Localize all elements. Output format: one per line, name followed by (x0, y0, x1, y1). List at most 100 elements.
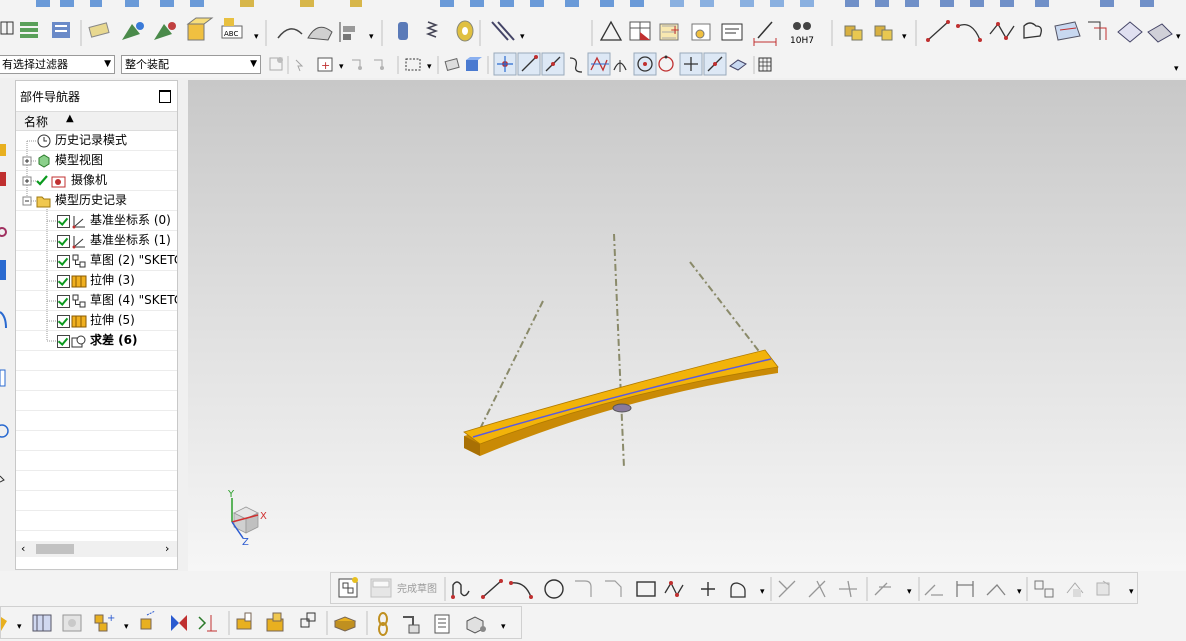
finish-sketch-flag-icon (370, 578, 392, 598)
tree-item-sketch-2[interactable]: 草图 (2) "SKETCH (16, 251, 177, 271)
show-constraints-icon (1034, 580, 1054, 598)
svg-text:▾: ▾ (1174, 64, 1179, 74)
visibility-checkbox[interactable] (57, 255, 70, 268)
visibility-checkbox[interactable] (57, 315, 70, 328)
reuse-library-icon[interactable] (0, 311, 7, 329)
bottom-toolbars: 完成草图 ▾ ▾ ▾ ▾ ▾ + ▾ ▾ (0, 571, 1186, 641)
tree-item-label: 历史记录模式 (55, 133, 128, 147)
tree-item-subtract-6[interactable]: 求差 (6) (16, 331, 177, 351)
navigator-tree: 历史记录模式 模型视图 摄像机 模型历史记录 基准坐标系 (0) 基准坐标系 (… (16, 131, 177, 541)
chevron-down-icon: ▼ (104, 59, 111, 69)
toolbar-row-1-icons[interactable] (0, 0, 1186, 12)
visibility-checkbox[interactable] (57, 235, 70, 248)
curve-tool-icon (277, 28, 303, 39)
empty-row (16, 531, 177, 541)
svg-text:▾: ▾ (907, 587, 912, 597)
pipe-tool-icon (491, 21, 515, 41)
tube-icon (403, 616, 420, 634)
maximize-icon[interactable] (159, 90, 171, 103)
tree-item-label: 草图 (4) "SKETCH (90, 293, 177, 307)
alternate-solution-icon (1096, 580, 1110, 596)
horizontal-scrollbar[interactable]: ‹ › (16, 541, 177, 557)
finish-sketch-label: 完成草图 (397, 582, 437, 595)
studio-spline-icon (989, 22, 1015, 40)
roles-icon[interactable] (0, 475, 5, 483)
scroll-right-icon[interactable]: › (165, 542, 169, 555)
assembly-nav-icon[interactable] (0, 144, 6, 186)
layer-settings-icon (52, 22, 70, 38)
beam-part[interactable] (463, 349, 779, 456)
point-icon (701, 582, 715, 596)
empty-row (16, 391, 177, 411)
line-icon (481, 579, 503, 599)
arc-tool-icon (956, 23, 982, 42)
tree-item-extrude-3[interactable]: 拉伸 (3) (16, 271, 177, 291)
sort-ascending-icon[interactable]: ▲ (66, 113, 74, 124)
auto-constrain-icon (924, 584, 943, 596)
pocket-icon (300, 612, 316, 628)
tree-item-model-history[interactable]: 模型历史记录 (16, 191, 177, 211)
hole-feature-icon (236, 612, 252, 630)
arc-icon (509, 581, 533, 599)
align-tool-icon (339, 22, 355, 42)
snap-quadrant-icon (658, 55, 674, 72)
toolbar-row-1 (0, 0, 1186, 12)
selection-filter-combo[interactable]: 有选择过滤器 ▼ (0, 55, 115, 74)
tree-item-history-mode[interactable]: 历史记录模式 (16, 131, 177, 151)
svg-text:▾: ▾ (902, 32, 907, 42)
svg-text:▾: ▾ (501, 622, 506, 632)
datum-csys-icon (72, 216, 85, 229)
extrude-icon (71, 275, 87, 288)
empty-row (16, 371, 177, 391)
tree-item-sketch-4[interactable]: 草图 (4) "SKETCH (16, 291, 177, 311)
tree-item-datum-csys-1[interactable]: 基准坐标系 (1) (16, 231, 177, 251)
chain-link-icon (378, 612, 388, 636)
boss-icon (266, 612, 284, 632)
grid-plus-icon: + (659, 23, 680, 41)
feature-toolbar-icons[interactable]: ▾ + ▾ ▾ (1, 607, 523, 640)
note-icon (721, 23, 743, 41)
history-palette-icon[interactable] (0, 424, 9, 438)
washer-icon (456, 20, 474, 42)
snap-tangent-icon (613, 60, 627, 72)
mirror-feature-icon (171, 615, 187, 631)
svg-text:▾: ▾ (520, 32, 525, 42)
line-tool-icon (926, 20, 950, 42)
tree-item-cameras[interactable]: 摄像机 (16, 171, 177, 191)
graphics-window[interactable]: Y X Z (188, 80, 1186, 571)
subtract-icon (71, 335, 86, 348)
scrollbar-thumb[interactable] (36, 544, 74, 554)
constraint-nav-icon[interactable] (0, 227, 7, 237)
web-browser-icon[interactable] (0, 369, 6, 387)
folder-open-icon (36, 196, 51, 208)
assembly-scope-combo[interactable]: 整个装配 ▼ (121, 55, 261, 74)
tree-item-datum-csys-0[interactable]: 基准坐标系 (0) (16, 211, 177, 231)
tree-item-label: 基准坐标系 (0) (90, 213, 171, 227)
view-triad[interactable]: Y X Z (227, 489, 267, 548)
scroll-left-icon[interactable]: ‹ (21, 542, 25, 555)
visibility-checkbox[interactable] (57, 335, 70, 348)
svg-text:▾: ▾ (254, 32, 259, 42)
tree-item-label: 基准坐标系 (1) (90, 233, 171, 247)
toolbar-row-3: 有选择过滤器 ▼ 整个装配 ▼ + ▾ ▾ ▾ (0, 52, 1186, 78)
visibility-checkbox[interactable] (57, 295, 70, 308)
eraser-icon (88, 22, 110, 38)
tree-item-extrude-5[interactable]: 拉伸 (5) (16, 311, 177, 331)
svg-text:▾: ▾ (1129, 587, 1134, 597)
visibility-checkbox[interactable] (57, 275, 70, 288)
convert-reference-icon (1066, 582, 1084, 597)
navigator-column-header[interactable]: 名称 ▲ (16, 111, 177, 131)
toolbar-row-2-icons[interactable]: ABC ▾ ▾ ▾ + 10H7 ▾ ▾ (0, 12, 1186, 52)
chamfer-icon (605, 580, 622, 597)
visibility-checkbox[interactable] (57, 215, 70, 228)
svg-text:ABC: ABC (224, 30, 238, 38)
projection-icon (1117, 21, 1143, 43)
curve-shape-icon (1023, 22, 1042, 39)
snap-toolbar-icons[interactable]: + ▾ ▾ ▾ (266, 52, 1186, 78)
model-view[interactable]: Y X Z (188, 80, 1186, 571)
part-nav-icon[interactable] (0, 260, 6, 280)
sketch-toolbar-icons[interactable]: 完成草图 ▾ ▾ ▾ ▾ (331, 573, 1139, 605)
edit-object-icon (154, 22, 176, 40)
tree-item-model-views[interactable]: 模型视图 (16, 151, 177, 171)
polygon-spline-icon (664, 581, 684, 597)
